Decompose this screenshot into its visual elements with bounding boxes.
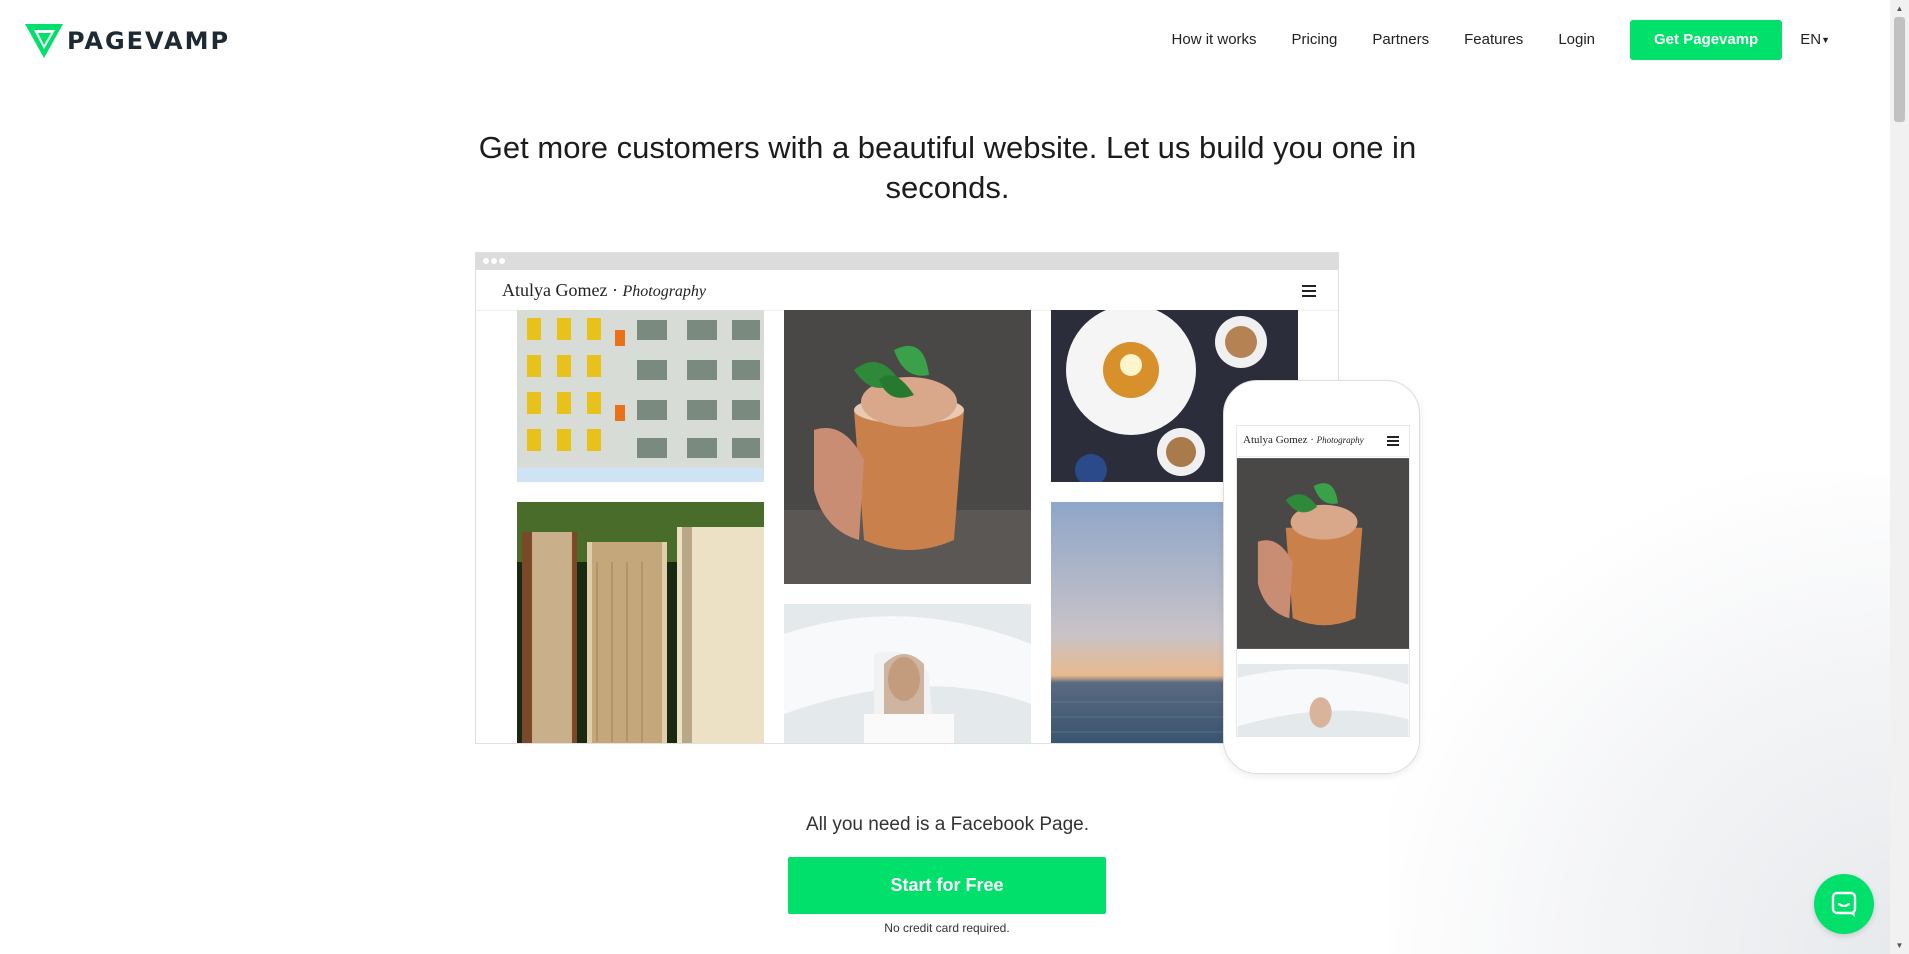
phone-screen: Atulya Gomez · Photography [1236,425,1410,737]
browser-dot [483,258,489,264]
phone-site-title: Atulya Gomez · [1243,434,1314,446]
cocktail-photo [784,310,1031,584]
scroll-down-arrow-icon[interactable]: ▼ [1890,937,1909,954]
caret-down-icon: ▼ [1821,35,1830,46]
phone-cocktail-photo [1237,457,1409,650]
site-title: Atulya Gomez · [502,280,618,300]
phone-hamburger-icon [1387,436,1399,448]
scrollbar-thumb[interactable] [1894,17,1905,122]
language-label: EN [1800,31,1822,48]
desktop-mockup: Atulya Gomez · Photography [475,252,1339,744]
building-photo [517,310,764,482]
site-subtitle: Photography [622,283,707,300]
pagevamp-logo[interactable]: PAGEVAMP [25,24,230,58]
tagline-text: All you need is a Facebook Page. [805,814,1090,835]
no-credit-card-note: No credit card required. [884,921,1010,935]
nav-pricing[interactable]: Pricing [1292,20,1338,60]
phone-veil-girl-photo [1237,664,1409,736]
browser-dot [499,258,505,264]
pagevamp-logo-icon [25,24,63,58]
nav-partners[interactable]: Partners [1372,20,1429,60]
chat-launcher-button[interactable] [1814,874,1874,934]
brand-name: PAGEVAMP [67,27,231,55]
phone-mockup: Atulya Gomez · Photography [1223,380,1420,774]
nav-features[interactable]: Features [1464,20,1523,60]
top-header: PAGEVAMP How it works Pricing Partners F… [0,0,1890,82]
phone-site-subtitle: Photography [1316,435,1364,445]
nav-how-it-works[interactable]: How it works [1172,20,1257,60]
phone-site-header: Atulya Gomez · Photography [1237,426,1409,457]
nav-login[interactable]: Login [1558,20,1595,60]
page-scrollbar[interactable]: ▲ ▼ [1890,0,1909,954]
get-pagevamp-button[interactable]: Get Pagevamp [1630,20,1783,61]
hamburger-icon [1302,285,1316,300]
chat-bubble-icon [1831,891,1857,917]
main-nav: How it works Pricing Partners Features L… [1137,20,1830,61]
hero-headline: Get more customers with a beautiful webs… [478,130,1417,205]
phone-site-name: Atulya Gomez · Photography [1243,434,1364,446]
site-header: Atulya Gomez · Photography [476,270,1338,311]
start-for-free-button[interactable]: Start for Free [788,857,1106,914]
veil-girl-photo [784,604,1031,743]
browser-dot [491,258,497,264]
site-name: Atulya Gomez · Photography [502,280,706,301]
books-photo [517,502,764,743]
language-selector[interactable]: EN▼ [1800,20,1830,60]
browser-bar [476,253,1338,270]
scroll-up-arrow-icon[interactable]: ▲ [1890,0,1909,17]
